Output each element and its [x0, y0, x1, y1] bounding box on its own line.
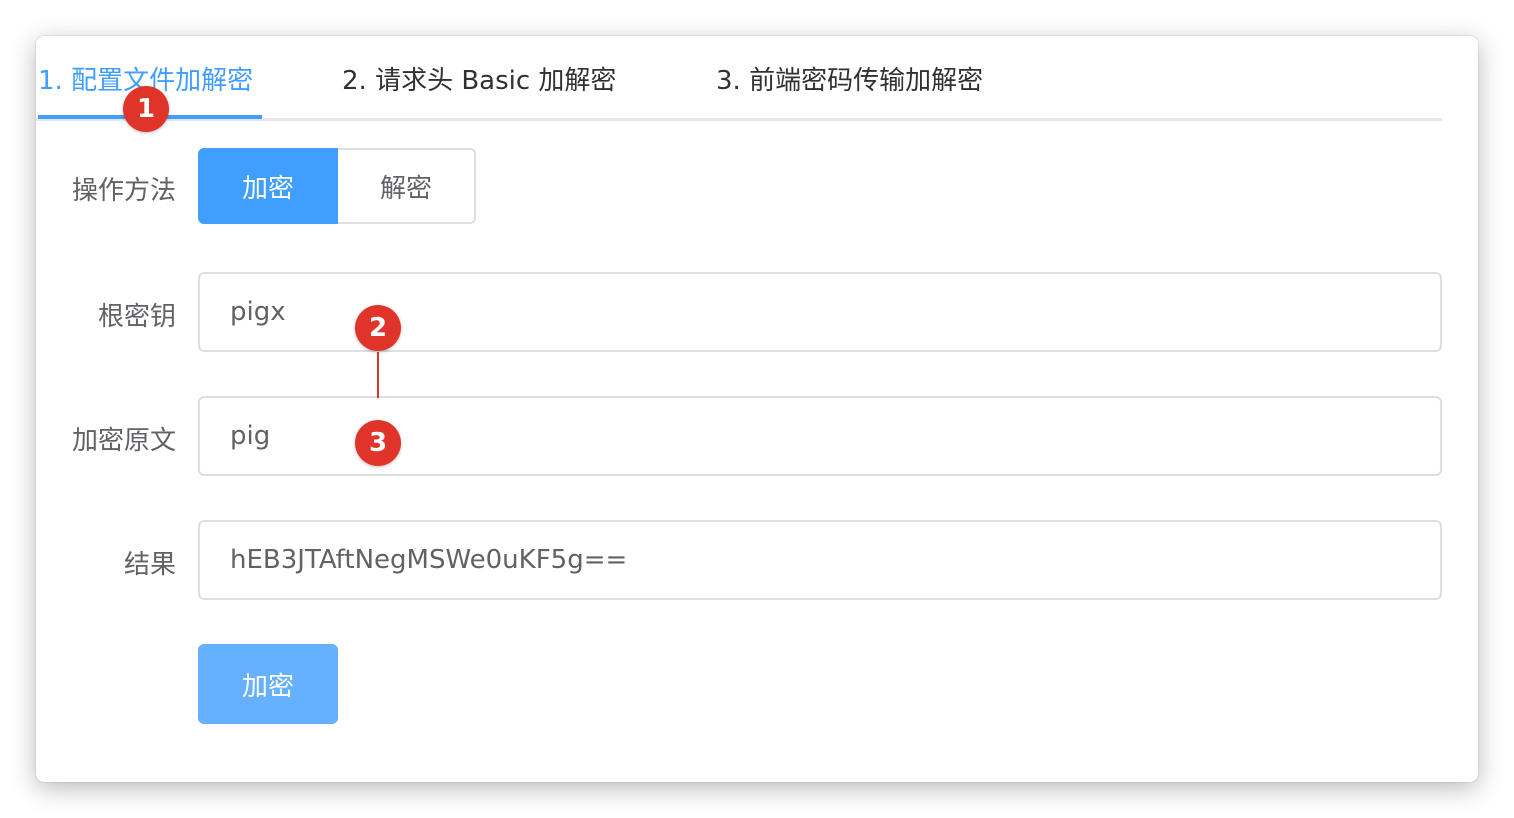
result-label: 结果	[123, 550, 176, 580]
decrypt-option[interactable]: 解密	[338, 148, 476, 224]
annotation-badge-1: 1	[123, 86, 169, 132]
root-key-label: 根密钥	[97, 302, 176, 332]
annotation-connector	[377, 352, 379, 398]
tab-frontend-password[interactable]: 3. 前端密码传输加解密	[716, 60, 983, 97]
tab-basic-header[interactable]: 2. 请求头 Basic 加解密	[342, 60, 616, 97]
encrypt-submit-button[interactable]: 加密	[198, 644, 338, 724]
plaintext-label: 加密原文	[71, 426, 176, 456]
dialog-window: 1. 配置文件加解密 2. 请求头 Basic 加解密 3. 前端密码传输加解密…	[36, 36, 1478, 782]
encrypt-option[interactable]: 加密	[198, 148, 338, 224]
annotation-badge-3: 3	[355, 420, 401, 466]
annotation-badge-2: 2	[355, 305, 401, 351]
tab-bar: 1. 配置文件加解密 2. 请求头 Basic 加解密 3. 前端密码传输加解密	[36, 36, 1442, 121]
operation-label: 操作方法	[71, 176, 176, 206]
result-output[interactable]	[198, 520, 1442, 600]
